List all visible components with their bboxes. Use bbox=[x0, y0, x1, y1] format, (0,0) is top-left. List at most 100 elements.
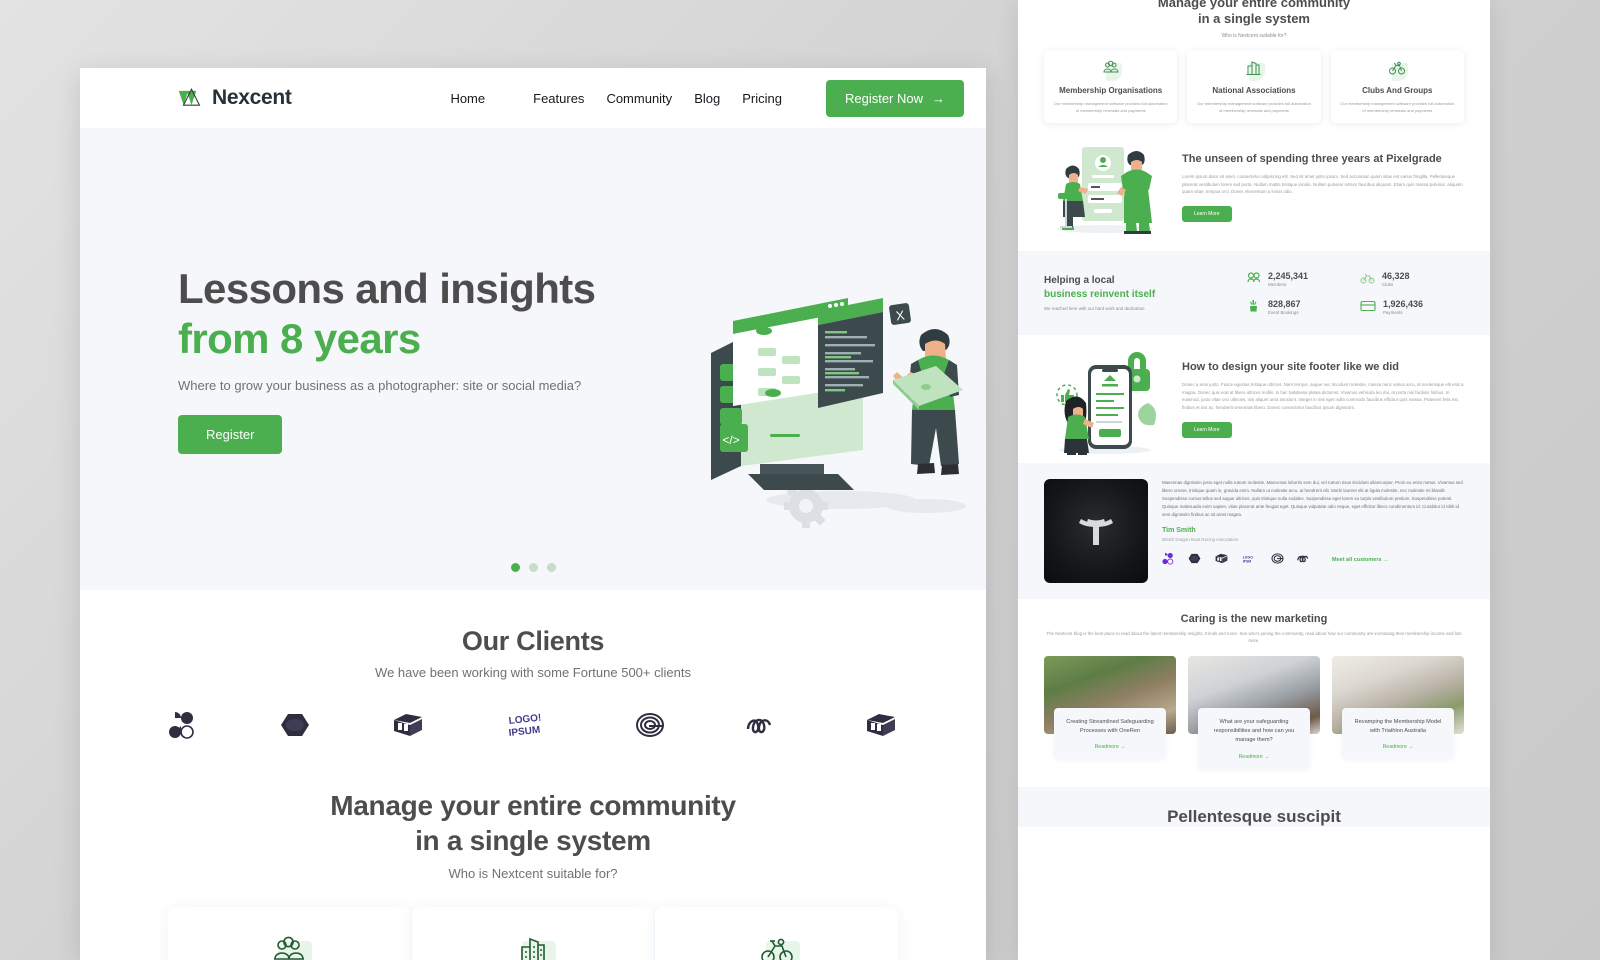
woman-phone-lock-illustration-icon bbox=[1044, 351, 1166, 455]
readmore-link[interactable]: Readmore → bbox=[1095, 744, 1126, 750]
preview-card-title: Membership Organisations bbox=[1059, 86, 1163, 95]
svg-text:IPSM: IPSM bbox=[1243, 559, 1252, 563]
logoipsum-cube-icon bbox=[391, 712, 425, 738]
logoipsum-waves-icon bbox=[746, 715, 782, 735]
preview-testimonial-body: Maecenas dignissim justo eget nulla rutr… bbox=[1162, 479, 1464, 568]
meet-all-customers-link[interactable]: Meet all customers → bbox=[1332, 557, 1389, 563]
membership-people-icon bbox=[266, 935, 313, 960]
learn-more-button[interactable]: Learn More bbox=[1182, 205, 1232, 222]
preview-community-cards: Membership Organisations Our membership … bbox=[1044, 50, 1464, 123]
clubs-icon bbox=[1360, 271, 1375, 286]
stat-label: Event Bookings bbox=[1268, 309, 1299, 315]
members-icon bbox=[1246, 271, 1261, 286]
nav-link-community[interactable]: Community bbox=[606, 91, 672, 106]
logoipsum-cube2-icon bbox=[864, 712, 898, 738]
clubs-bicycle-icon bbox=[1386, 60, 1409, 81]
blog-post-card[interactable]: What are your safeguarding responsibilit… bbox=[1188, 655, 1320, 769]
logoipsum-handwriting-icon: LOGO! IPSUM bbox=[507, 711, 553, 739]
preview-community-title-line1: Manage your entire community bbox=[1157, 0, 1351, 10]
hero-subtitle: Where to grow your business as a photogr… bbox=[178, 378, 582, 394]
readmore-link[interactable]: Readmore → bbox=[1383, 744, 1414, 750]
preview-feature-title: How to design your site footer like we d… bbox=[1182, 360, 1399, 373]
site-header: Nexcent Home Features Community Blog Pri… bbox=[80, 68, 986, 128]
hero-carousel-dots[interactable] bbox=[80, 563, 986, 572]
stat-payments: 1,926,436 Payments bbox=[1360, 299, 1464, 315]
logoipsum-waves-icon bbox=[1297, 554, 1313, 565]
community-card-clubs[interactable]: Clubs And Groups Our membership manageme… bbox=[655, 907, 899, 960]
blog-subtitle: The Nextcent blog is the best place to r… bbox=[1046, 630, 1462, 643]
stat-label: Payments bbox=[1383, 309, 1403, 315]
blog-post-card[interactable]: Creating Streamlined Safeguarding Proces… bbox=[1044, 655, 1176, 769]
testimonial-role: British Dragon Boat Racing Association bbox=[1162, 537, 1239, 543]
community-card-membership[interactable]: Membership Organisations Our membership … bbox=[168, 907, 411, 960]
stat-clubs: 46,328 Clubs bbox=[1360, 271, 1464, 287]
preview-community-title-line2: in a single system bbox=[1198, 11, 1310, 27]
page-preview-view: Manage your entire community in a single… bbox=[1018, 0, 1490, 960]
blog-post-caption: Creating Streamlined Safeguarding Proces… bbox=[1054, 707, 1166, 760]
testimonial-client-logos: LOGO IPSM Meet all customers → bbox=[1162, 552, 1464, 567]
community-title: Manage your entire community in a single… bbox=[80, 788, 986, 858]
nav-link-blog[interactable]: Blog bbox=[694, 91, 720, 106]
hero-copy: Lessons and insights from 8 years Where … bbox=[178, 264, 608, 455]
register-now-label: Register Now bbox=[844, 90, 923, 106]
clients-section: Our Clients We have been working with so… bbox=[80, 590, 986, 750]
logoipsum-circles-icon bbox=[1162, 552, 1175, 567]
community-section: Manage your entire community in a single… bbox=[80, 750, 986, 960]
stat-value: 1,926,436 bbox=[1383, 298, 1424, 309]
community-card-national[interactable]: National Associations Our membership man… bbox=[411, 907, 655, 960]
stat-members: 2,245,341 Members bbox=[1246, 271, 1350, 287]
developer-workstation-illustration-icon: </> X bbox=[678, 238, 978, 538]
blog-post-caption: Revamping the Membership Model with Tria… bbox=[1342, 707, 1454, 760]
blog-post-title: Revamping the Membership Model with Tria… bbox=[1354, 718, 1442, 735]
carousel-dot-1[interactable] bbox=[510, 563, 520, 572]
blog-post-title: Creating Streamlined Safeguarding Proces… bbox=[1066, 718, 1154, 735]
preview-card-text: Our membership management software provi… bbox=[1053, 101, 1168, 113]
stat-event-bookings: 828,867 Event Bookings bbox=[1246, 299, 1350, 315]
preview-card-membership[interactable]: Membership Organisations Our membership … bbox=[1044, 50, 1178, 123]
preview-card-clubs[interactable]: Clubs And Groups Our membership manageme… bbox=[1330, 50, 1464, 123]
clubs-bicycle-icon bbox=[754, 935, 800, 960]
hero-section: Lessons and insights from 8 years Where … bbox=[80, 128, 986, 590]
blog-title: Caring is the new marketing bbox=[1180, 612, 1328, 625]
preview-card-national[interactable]: National Associations Our membership man… bbox=[1187, 50, 1321, 123]
hero-title-line1: Lessons and insights bbox=[178, 264, 596, 312]
carousel-dot-3[interactable] bbox=[546, 563, 556, 572]
stat-value: 2,245,341 bbox=[1268, 270, 1309, 281]
two-people-login-screen-illustration-icon bbox=[1044, 139, 1166, 235]
nav-link-home[interactable]: Home bbox=[450, 91, 485, 106]
logoipsum-cube-icon bbox=[1214, 553, 1229, 566]
hero-register-button[interactable]: Register bbox=[178, 415, 283, 455]
readmore-link[interactable]: Readmore → bbox=[1239, 754, 1270, 760]
community-title-line1: Manage your entire community bbox=[330, 790, 736, 821]
blog-post-title: What are your safeguarding responsibilit… bbox=[1213, 718, 1295, 744]
stat-value: 828,867 bbox=[1268, 298, 1301, 309]
bottom-title: Pellentesque suscipit bbox=[1167, 806, 1341, 826]
blog-post-caption: What are your safeguarding responsibilit… bbox=[1198, 707, 1310, 769]
logoipsum-circles-icon bbox=[168, 710, 198, 740]
logoipsum-spiral-icon bbox=[635, 712, 665, 738]
testimonial-quote: Maecenas dignissim justo eget nulla rutr… bbox=[1162, 479, 1463, 518]
preview-feature-footer-design: How to design your site footer like we d… bbox=[1018, 335, 1490, 463]
preview-card-title: National Associations bbox=[1212, 86, 1296, 95]
stats-title-line2: business reinvent itself bbox=[1044, 288, 1156, 300]
brand-logo[interactable]: Nexcent bbox=[178, 86, 292, 110]
event-bookings-icon bbox=[1246, 299, 1261, 315]
nav-link-pricing[interactable]: Pricing bbox=[742, 91, 782, 106]
stats-title-line1: Helping a local bbox=[1044, 275, 1115, 287]
logoipsum-handwriting-icon: LOGO IPSM bbox=[1242, 553, 1258, 567]
logoipsum-hexagon-icon bbox=[1188, 553, 1201, 566]
nav-link-features[interactable]: Features bbox=[533, 91, 584, 106]
learn-more-button[interactable]: Learn More bbox=[1182, 421, 1232, 438]
arrow-right-icon: → bbox=[932, 90, 945, 106]
payments-card-icon bbox=[1360, 300, 1376, 314]
carousel-dot-2[interactable] bbox=[528, 563, 538, 572]
stat-value: 46,328 bbox=[1382, 270, 1410, 281]
register-now-button[interactable]: Register Now → bbox=[825, 79, 964, 117]
blog-post-card[interactable]: Revamping the Membership Model with Tria… bbox=[1332, 655, 1464, 769]
national-building-icon bbox=[1243, 60, 1265, 81]
preview-feature-body: Donec a eros justo. Fusce egestas tristi… bbox=[1182, 382, 1464, 411]
community-subtitle: Who is Nextcent suitable for? bbox=[448, 866, 618, 881]
primary-nav: Home Features Community Blog Pricing Reg… bbox=[450, 79, 964, 117]
svg-text:IPSUM: IPSUM bbox=[508, 725, 541, 739]
logoipsum-hexagon-icon bbox=[280, 712, 310, 738]
